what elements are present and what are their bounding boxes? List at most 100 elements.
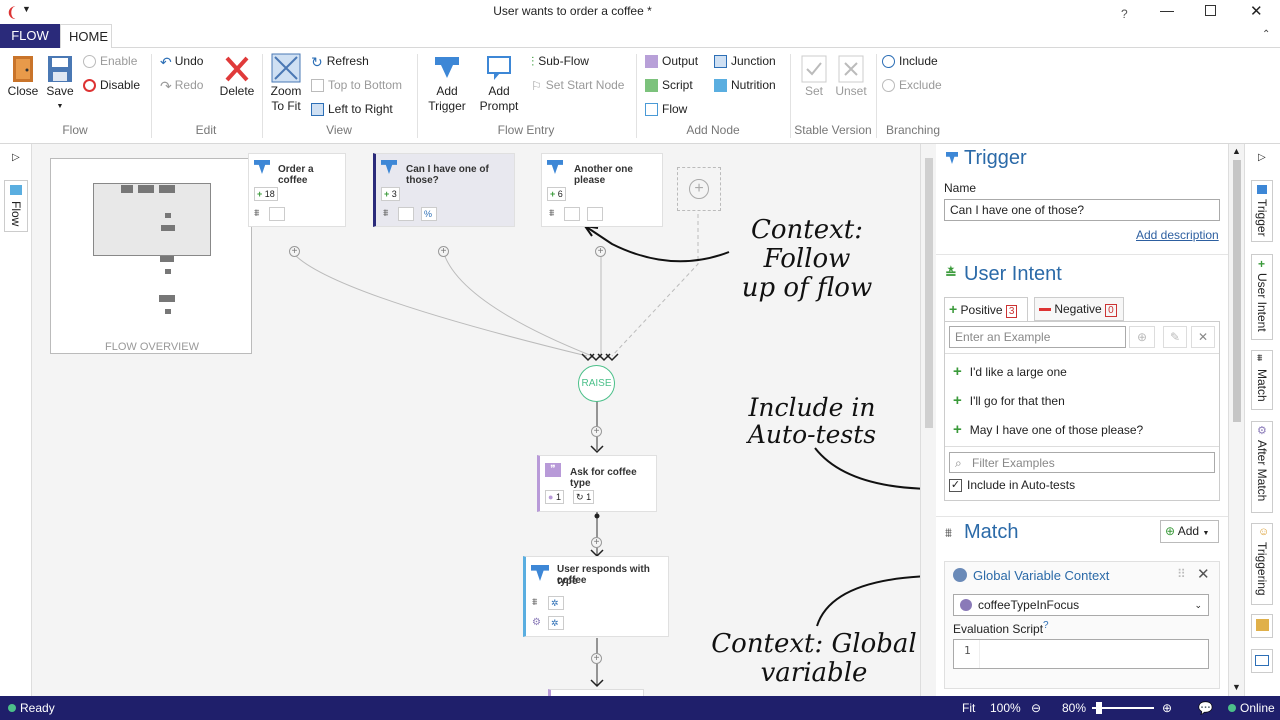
follow-up-chip-icon[interactable] <box>564 207 580 221</box>
context-chip-icon[interactable] <box>398 207 414 221</box>
variable-select[interactable]: coffeeTypeInFocus ⌄ <box>953 594 1209 616</box>
example-item[interactable]: + May I have one of those please? <box>953 421 1143 438</box>
disable-button[interactable]: Disable <box>83 76 140 94</box>
side-tab-match[interactable]: ⩩ Match <box>1251 350 1273 410</box>
delete-button[interactable]: Delete <box>216 54 258 99</box>
raise-node[interactable]: RAISE <box>578 365 615 402</box>
zoom-to-fit-button[interactable]: Zoom To Fit <box>266 52 306 114</box>
sub-flow-button[interactable]: ⫶ Sub-Flow <box>531 52 589 70</box>
close-window-icon[interactable]: ✕ <box>1250 2 1263 20</box>
panel-scrollbar[interactable]: ▲ ▼ <box>1228 144 1244 696</box>
zoom-in-icon[interactable]: ⊕ <box>1162 696 1172 720</box>
script-editor[interactable]: 1 <box>953 639 1209 669</box>
collapse-ribbon-icon[interactable]: ⌃ <box>1262 29 1270 40</box>
trigger-name-input[interactable]: Can I have one of those? <box>944 199 1220 221</box>
example-item[interactable]: + I'd like a large one <box>953 363 1067 380</box>
trigger-node-can-i-have[interactable]: Can I have one of those? + 3 ⩩ % <box>373 153 515 227</box>
drag-handle-icon[interactable]: ⠿ <box>1177 567 1186 581</box>
scroll-down-icon[interactable]: ▼ <box>1232 682 1241 692</box>
overview-viewport[interactable] <box>93 183 211 256</box>
save-dropdown-icon[interactable]: ▼ <box>44 99 76 114</box>
junction-button[interactable]: Junction <box>714 52 776 70</box>
tab-negative[interactable]: Negative 0 <box>1034 297 1124 321</box>
add-trigger-button[interactable]: Add Trigger <box>425 54 469 114</box>
exclude-button[interactable]: Exclude <box>882 76 942 94</box>
zoom-out-icon[interactable]: ⊖ <box>1031 696 1041 720</box>
examples-count-chip[interactable]: + 3 <box>381 187 400 201</box>
filter-examples-input[interactable]: ⌕ Filter Examples <box>949 452 1215 473</box>
help-icon[interactable]: ? <box>1043 620 1049 631</box>
chat-icon[interactable]: 💬 <box>1198 696 1213 720</box>
scroll-up-icon[interactable]: ▲ <box>1232 146 1241 156</box>
top-to-bottom-button[interactable]: Top to Bottom <box>311 76 402 94</box>
trigger-node-user-responds[interactable]: User responds with coffee type ⩩ ✲ ⚙ ✲ <box>523 556 669 637</box>
repeat-count-chip[interactable]: ↻ 1 <box>573 490 595 504</box>
nutrition-button[interactable]: Nutrition <box>714 76 776 94</box>
maximize-icon[interactable] <box>1205 5 1216 16</box>
insert-node-icon[interactable]: + <box>595 246 606 257</box>
fit-button[interactable]: Fit <box>962 696 975 720</box>
side-tab-triggering[interactable]: ☺ Triggering <box>1251 523 1273 605</box>
examples-count-chip[interactable]: + 6 <box>547 187 566 201</box>
flow-canvas[interactable]: FLOW OVERVIEW Order a coffee + 18 ⩩ Can … <box>32 144 920 696</box>
help-icon[interactable]: ? <box>1121 7 1128 21</box>
trigger-node-order-coffee[interactable]: Order a coffee + 18 ⩩ <box>248 153 346 227</box>
redo-button[interactable]: ↷ Redo <box>160 76 203 94</box>
canvas-scrollbar[interactable] <box>920 144 936 696</box>
insert-node-icon[interactable]: + <box>591 426 602 437</box>
context-chip-icon[interactable] <box>587 207 603 221</box>
scroll-thumb[interactable] <box>925 158 933 428</box>
tab-positive[interactable]: + Positive 3 <box>944 297 1028 321</box>
include-button[interactable]: Include <box>882 52 938 70</box>
remove-card-icon[interactable]: ✕ <box>1197 565 1210 583</box>
insert-node-icon[interactable]: + <box>591 653 602 664</box>
save-button[interactable]: Save ▼ <box>44 54 76 114</box>
left-to-right-button[interactable]: Left to Right <box>311 100 393 118</box>
enable-button[interactable]: Enable <box>83 52 137 70</box>
percent-chip-icon[interactable]: % <box>421 207 437 221</box>
app-logo-icon[interactable]: ❨ <box>6 4 18 21</box>
minimize-icon[interactable]: — <box>1160 2 1174 18</box>
add-example-icon[interactable]: ⊕ <box>1129 326 1155 348</box>
close-button[interactable]: Close <box>4 54 42 99</box>
flow-overview[interactable]: FLOW OVERVIEW <box>50 158 252 354</box>
add-trigger-placeholder[interactable]: + <box>677 167 721 211</box>
flow-side-tab[interactable]: Flow <box>4 180 28 232</box>
add-description-link[interactable]: Add description <box>1136 228 1219 242</box>
refresh-button[interactable]: ↻ Refresh <box>311 52 369 70</box>
side-tab-user-intent[interactable]: + User Intent <box>1251 254 1273 340</box>
insert-node-icon[interactable]: + <box>591 537 602 548</box>
add-match-button[interactable]: ⊕ Add ▼ <box>1160 520 1219 543</box>
side-tab-after-match[interactable]: ⚙ After Match <box>1251 421 1273 513</box>
context-chip-icon[interactable] <box>269 207 285 221</box>
tab-home[interactable]: HOME <box>60 24 112 48</box>
output-button[interactable]: Output <box>645 52 698 70</box>
undo-button[interactable]: ↶ Undo <box>160 52 203 70</box>
delete-example-icon[interactable]: ✕ <box>1191 326 1215 348</box>
set-button[interactable]: Set <box>798 54 830 99</box>
zoom-100-button[interactable]: 100% <box>990 696 1021 720</box>
insert-node-icon[interactable]: + <box>289 246 300 257</box>
side-tab-trigger[interactable]: Trigger <box>1251 180 1273 242</box>
examples-count-chip[interactable]: + 18 <box>254 187 278 201</box>
expand-right-icon[interactable]: ▷ <box>1258 152 1266 163</box>
example-item[interactable]: + I'll go for that then <box>953 392 1065 409</box>
scroll-thumb[interactable] <box>1233 160 1241 422</box>
global-variable-context-card[interactable]: Global Variable Context ⠿ ✕ coffeeTypeIn… <box>944 561 1220 689</box>
zoom-slider-thumb[interactable] <box>1096 702 1102 714</box>
flow-button[interactable]: Flow <box>645 100 687 118</box>
include-auto-tests-checkbox[interactable]: ✓ Include in Auto-tests <box>949 478 1075 493</box>
trigger-node-another-one[interactable]: Another one please + 6 ⩩ <box>541 153 663 227</box>
tab-flow[interactable]: FLOW <box>0 24 60 48</box>
insert-node-icon[interactable]: + <box>438 246 449 257</box>
edit-example-icon[interactable]: ✎ <box>1163 326 1187 348</box>
prompt-node-ask-coffee-type[interactable]: ❞ Ask for coffee type ● 1 ↻ 1 <box>537 455 657 512</box>
nutrition-chip-icon[interactable]: ✲ <box>548 596 564 610</box>
expand-left-icon[interactable]: ▷ <box>12 152 20 163</box>
unset-button[interactable]: Unset <box>834 54 868 99</box>
side-tab-card[interactable] <box>1251 649 1273 673</box>
side-tab-tag[interactable] <box>1251 614 1273 638</box>
script-button[interactable]: Script <box>645 76 693 94</box>
nutrition-chip-icon[interactable]: ✲ <box>548 616 564 630</box>
enter-example-input[interactable]: Enter an Example <box>949 326 1126 348</box>
